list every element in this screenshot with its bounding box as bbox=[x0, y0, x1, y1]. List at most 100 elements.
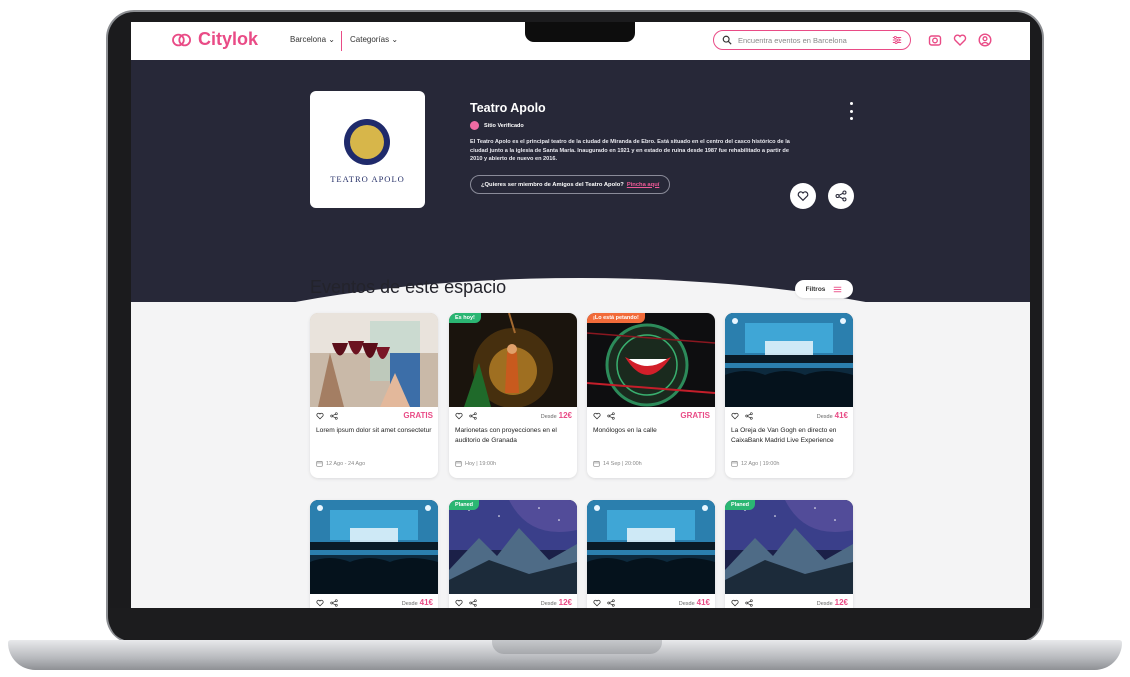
events-section-title: Eventos de este espacio bbox=[310, 277, 507, 297]
share-icon[interactable] bbox=[330, 599, 338, 607]
filter-sliders-icon bbox=[834, 286, 842, 292]
event-date-text: 12 Ago | 19:00h bbox=[741, 460, 780, 467]
price-value: GRATIS bbox=[680, 411, 710, 420]
membership-text: ¿Quieres ser miembro de Amigos del Teatr… bbox=[481, 181, 624, 188]
heart-icon[interactable] bbox=[593, 412, 601, 420]
share-venue-button[interactable] bbox=[828, 183, 854, 209]
city-selector-label: Barcelona bbox=[290, 35, 327, 44]
user-icon[interactable] bbox=[978, 33, 992, 47]
filters-label: Filtros bbox=[805, 285, 826, 293]
event-card[interactable]: ¡Lo está petando! GRATIS Monólogos en la c… bbox=[587, 313, 715, 478]
event-image[interactable] bbox=[725, 313, 853, 407]
event-actions bbox=[593, 412, 615, 420]
event-card[interactable]: Desde 41€ La Oreja de Van Gogh en directo … bbox=[725, 313, 853, 478]
event-date-text: 14 Sep | 20:00h bbox=[603, 460, 642, 467]
event-date-text: 12 Ago - 24 Ago bbox=[326, 460, 366, 467]
heart-icon[interactable] bbox=[731, 412, 739, 420]
event-title[interactable]: Marionetas con proyecciones en el audito… bbox=[455, 426, 571, 445]
calendar-icon bbox=[731, 461, 738, 467]
event-image[interactable] bbox=[310, 500, 438, 594]
share-icon[interactable] bbox=[745, 412, 753, 420]
membership-link[interactable]: Pincha aquí bbox=[627, 182, 660, 188]
event-date: 12 Ago - 24 Ago bbox=[316, 460, 365, 467]
event-title[interactable]: La Oreja de Van Gogh en directo en Caixa… bbox=[731, 426, 847, 445]
event-card[interactable]: Es hoy! Desde 12€ Marionetas con proyeccion… bbox=[449, 313, 577, 478]
chevron-down-icon: ⌄ bbox=[328, 35, 335, 44]
share-icon[interactable] bbox=[607, 412, 615, 420]
event-date: 12 Ago | 19:00h bbox=[731, 460, 779, 467]
share-icon[interactable] bbox=[607, 599, 615, 607]
heart-icon[interactable] bbox=[316, 599, 324, 607]
share-icon[interactable] bbox=[745, 599, 753, 607]
event-date-text: Hoy | 19:00h bbox=[465, 460, 497, 467]
verified-icon bbox=[470, 121, 479, 130]
share-icon[interactable] bbox=[330, 412, 338, 420]
event-card[interactable]: Planed Desde 12€ bbox=[449, 500, 577, 608]
more-options-icon[interactable] bbox=[848, 102, 854, 120]
categories-selector[interactable]: Categorías ⌄ bbox=[350, 35, 398, 44]
calendar-icon bbox=[593, 461, 600, 467]
heart-icon[interactable] bbox=[593, 599, 601, 607]
brand-logo[interactable]: Citylok bbox=[171, 29, 258, 50]
calendar-icon bbox=[316, 461, 323, 467]
event-actions bbox=[316, 412, 338, 420]
event-price: Desde 41€ bbox=[817, 411, 848, 420]
verified-label: Sitio Verificado bbox=[484, 122, 524, 129]
filter-sliders-icon[interactable] bbox=[892, 35, 902, 45]
event-badge: Planed bbox=[449, 500, 480, 510]
event-image[interactable] bbox=[449, 500, 577, 594]
venue-logo-wordmark: TEATRO APOLO bbox=[330, 174, 405, 184]
laptop-base-notch bbox=[492, 640, 662, 654]
event-badge: Planed bbox=[725, 500, 756, 510]
price-prefix: Desde bbox=[816, 414, 833, 420]
heart-icon[interactable] bbox=[316, 412, 324, 420]
event-image[interactable] bbox=[449, 313, 577, 407]
price-value: 12€ bbox=[558, 598, 572, 607]
brand-name: Citylok bbox=[198, 29, 259, 49]
event-image[interactable] bbox=[725, 500, 853, 594]
camera-notch bbox=[525, 22, 635, 42]
event-image[interactable] bbox=[587, 500, 715, 594]
price-prefix: Desde bbox=[678, 601, 695, 607]
city-selector[interactable]: Barcelona ⌄ bbox=[290, 35, 335, 44]
price-prefix: Desde bbox=[816, 601, 833, 607]
event-image[interactable] bbox=[587, 313, 715, 407]
share-icon[interactable] bbox=[469, 412, 477, 420]
venue-logo: TEATRO APOLO bbox=[310, 91, 425, 208]
screen: Citylok Barcelona ⌄ Categorías ⌄ Encuent… bbox=[131, 22, 1030, 608]
price-prefix: Desde bbox=[540, 414, 557, 420]
camera-icon[interactable] bbox=[928, 33, 942, 47]
heart-icon bbox=[797, 191, 809, 202]
heart-icon[interactable] bbox=[455, 412, 463, 420]
event-card[interactable]: GRATIS Lorem ipsum dolor sit amet consect… bbox=[310, 313, 438, 478]
event-date: Hoy | 19:00h bbox=[455, 460, 496, 467]
membership-pill[interactable]: ¿Quieres ser miembro de Amigos del Teatr… bbox=[470, 175, 671, 194]
venue-name: Teatro Apolo bbox=[470, 101, 546, 115]
heart-icon[interactable] bbox=[731, 599, 739, 607]
brand-logo-icon bbox=[172, 33, 191, 46]
event-badge: Es hoy! bbox=[449, 313, 481, 323]
laptop-chin bbox=[110, 608, 1040, 640]
event-badge: ¡Lo está petando! bbox=[587, 313, 645, 323]
event-card[interactable]: Planed Desde 12€ bbox=[725, 500, 853, 608]
event-title[interactable]: Lorem ipsum dolor sit amet consectetur bbox=[316, 426, 432, 436]
event-actions bbox=[731, 412, 753, 420]
search-placeholder: Encuentra eventos en Barcelona bbox=[738, 35, 847, 45]
event-price: GRATIS bbox=[401, 411, 433, 420]
price-prefix: Desde bbox=[401, 601, 418, 607]
nav-divider bbox=[341, 31, 342, 51]
price-value: GRATIS bbox=[403, 411, 433, 420]
filters-button[interactable]: Filtros bbox=[795, 280, 853, 298]
heart-icon[interactable] bbox=[953, 33, 967, 47]
event-title[interactable]: Monólogos en la calle bbox=[593, 426, 709, 436]
verified-badge: Sitio Verificado bbox=[470, 121, 524, 130]
price-value: 41€ bbox=[419, 598, 433, 607]
event-card[interactable]: Desde 41€ bbox=[310, 500, 438, 608]
event-card[interactable]: Desde 41€ bbox=[587, 500, 715, 608]
share-icon[interactable] bbox=[469, 599, 477, 607]
heart-icon[interactable] bbox=[455, 599, 463, 607]
favorite-venue-button[interactable] bbox=[790, 183, 816, 209]
search-icon bbox=[722, 35, 732, 45]
event-image[interactable] bbox=[310, 313, 438, 407]
search-input[interactable]: Encuentra eventos en Barcelona bbox=[713, 30, 911, 50]
